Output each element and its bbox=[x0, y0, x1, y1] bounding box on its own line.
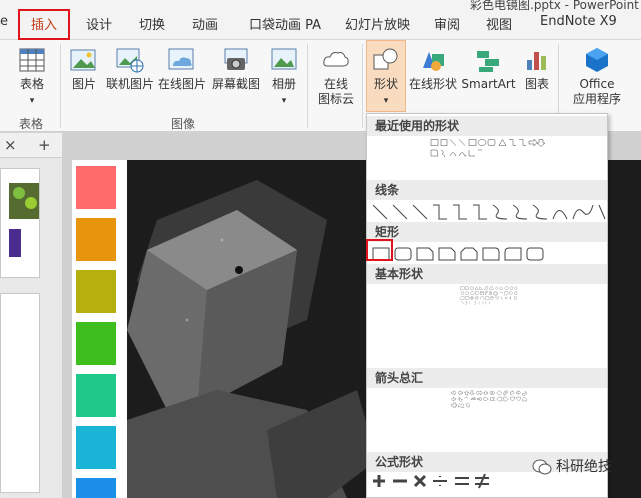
tab-animations[interactable]: 动画 bbox=[192, 14, 218, 33]
photo-album-button[interactable]: 相册 ▾ bbox=[268, 46, 300, 109]
tab-design[interactable]: 设计 bbox=[86, 14, 112, 33]
pane-add-icon[interactable]: + bbox=[38, 136, 51, 154]
section-lines: 线条 bbox=[367, 180, 607, 200]
thumbnail-image bbox=[9, 183, 39, 257]
shapes-button-label: 形状 bbox=[373, 77, 398, 91]
online-picture-icon bbox=[116, 48, 144, 73]
chart-button[interactable]: 图表 bbox=[521, 46, 553, 92]
office-apps-button[interactable]: Office 应用程序 bbox=[566, 46, 628, 107]
basic-shapes-grid[interactable] bbox=[371, 286, 607, 306]
pane-close-icon[interactable]: × bbox=[4, 136, 17, 154]
picture-icon bbox=[70, 49, 96, 71]
lines-row[interactable] bbox=[371, 202, 607, 222]
section-recent-shapes: 最近使用的形状 bbox=[367, 116, 607, 136]
group-separator bbox=[307, 44, 308, 128]
color-swatch[interactable] bbox=[76, 322, 116, 365]
cloud-picture-icon bbox=[168, 48, 194, 70]
shapes-icon bbox=[373, 48, 398, 70]
color-swatch[interactable] bbox=[76, 166, 116, 209]
picture-button-label: 图片 bbox=[71, 77, 96, 91]
tab-transitions[interactable]: 切换 bbox=[139, 14, 165, 33]
tab-endnote[interactable]: EndNote X9 bbox=[540, 14, 617, 29]
online-shapes-button[interactable]: 在线形状 bbox=[408, 46, 458, 92]
online-shapes-label: 在线形状 bbox=[408, 77, 457, 91]
color-swatch[interactable] bbox=[76, 374, 116, 417]
smartart-label: SmartArt bbox=[461, 77, 516, 91]
tab-slideshow[interactable]: 幻灯片放映 bbox=[345, 14, 410, 33]
word-cloud-label-line2: 图标云 bbox=[317, 92, 354, 106]
watermark-text: 科研绝技 bbox=[556, 459, 612, 475]
table-group-label: 表格 bbox=[19, 117, 44, 131]
pane-header: × + bbox=[0, 133, 62, 158]
section-rectangles: 矩形 bbox=[367, 222, 607, 242]
photo-album-label: 相册 bbox=[271, 77, 296, 91]
tab-partial[interactable]: e bbox=[0, 14, 8, 29]
group-separator bbox=[362, 44, 363, 128]
tab-review[interactable]: 审阅 bbox=[434, 14, 460, 33]
color-swatch[interactable] bbox=[76, 478, 116, 498]
office-apps-label-line2: 应用程序 bbox=[572, 92, 621, 106]
color-swatch[interactable] bbox=[76, 270, 116, 313]
shapes-gallery-dropdown: 最近使用的形状 线条 矩形 基本形状 箭头总汇 公式形状 bbox=[366, 113, 608, 498]
slide-thumbnail[interactable] bbox=[0, 168, 40, 278]
smartart-button[interactable]: SmartArt bbox=[461, 46, 516, 92]
slide-thumbnail[interactable] bbox=[0, 293, 40, 493]
table-button-label: 表格 bbox=[19, 77, 44, 91]
window-title: 彩色电镜图.pptx - PowerPoint bbox=[470, 0, 639, 12]
rectangle-selected-highlight-box bbox=[366, 239, 393, 261]
color-swatch[interactable] bbox=[76, 218, 116, 261]
insert-tab-highlight-box bbox=[18, 9, 70, 40]
wechat-icon bbox=[532, 459, 552, 475]
section-arrows: 箭头总汇 bbox=[367, 368, 607, 388]
online-images-button[interactable]: 在线图片 bbox=[157, 46, 207, 92]
table-button[interactable]: 表格 ▾ bbox=[14, 46, 50, 109]
table-icon bbox=[19, 48, 45, 72]
smartart-icon bbox=[476, 51, 499, 72]
arrows-grid[interactable] bbox=[371, 390, 607, 410]
ribbon-tab-bar: 彩色电镜图.pptx - PowerPoint e 插入 设计 切换 动画 口袋… bbox=[0, 0, 641, 40]
office-apps-label-line1: Office bbox=[579, 77, 615, 91]
screenshot-icon bbox=[224, 48, 248, 70]
online-shapes-icon bbox=[423, 52, 444, 71]
online-pictures-label: 联机图片 bbox=[105, 77, 154, 91]
tab-pocket-animation[interactable]: 口袋动画 PA bbox=[249, 14, 321, 33]
section-basic-shapes: 基本形状 bbox=[367, 264, 607, 284]
shapes-button[interactable]: 形状 ▾ bbox=[366, 46, 406, 109]
word-cloud-button[interactable]: 在线 图标云 bbox=[313, 46, 359, 107]
chart-label: 图表 bbox=[524, 77, 549, 91]
images-group-label: 图像 bbox=[171, 117, 196, 131]
office-store-icon bbox=[586, 48, 608, 72]
recent-shapes-row[interactable] bbox=[371, 138, 607, 158]
screenshot-button[interactable]: 屏幕截图 bbox=[210, 46, 262, 92]
word-cloud-icon bbox=[323, 52, 349, 67]
screenshot-label: 屏幕截图 bbox=[211, 77, 260, 91]
color-swatch[interactable] bbox=[76, 426, 116, 469]
rectangles-row[interactable] bbox=[371, 244, 607, 264]
word-cloud-label-line1: 在线 bbox=[323, 77, 348, 91]
picture-button[interactable]: 图片 bbox=[66, 46, 102, 92]
chart-icon bbox=[527, 52, 546, 70]
photo-album-icon bbox=[271, 48, 297, 70]
tab-view[interactable]: 视图 bbox=[486, 14, 512, 33]
online-pictures-button[interactable]: 联机图片 bbox=[105, 46, 155, 92]
slide-thumbnails-pane bbox=[0, 158, 62, 498]
group-separator bbox=[60, 44, 61, 128]
online-images-label: 在线图片 bbox=[157, 77, 206, 91]
